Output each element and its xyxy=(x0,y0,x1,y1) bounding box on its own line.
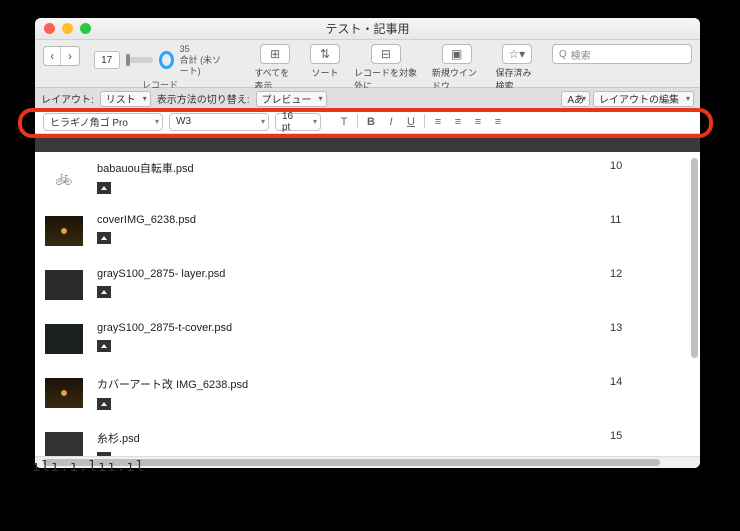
nav-buttons: ‹ › xyxy=(43,46,80,66)
layout-select[interactable]: リスト xyxy=(100,91,151,107)
table-row[interactable]: grayS100_2875-t-cover.psd 13 xyxy=(35,314,700,368)
search-placeholder: 検索 xyxy=(571,47,591,62)
thumbnail xyxy=(45,324,83,354)
font-select[interactable]: ヒラギノ角ゴ Pro xyxy=(43,113,163,131)
filename: 糸杉.psd xyxy=(97,430,596,446)
italic-icon[interactable]: I xyxy=(382,114,400,130)
titlebar: テスト・記事用 xyxy=(35,18,700,40)
bold-icon[interactable]: B xyxy=(362,114,380,130)
main-toolbar: ‹ › 17 35 合計 (未ソート) レコード ⊞ すべてを表示 ⇅ ソート xyxy=(35,40,700,88)
align-center-icon[interactable]: ≡ xyxy=(449,114,467,130)
sort-icon: ⇅ xyxy=(310,44,340,64)
thumbnail xyxy=(45,378,83,408)
window-title: テスト・記事用 xyxy=(35,20,700,37)
row-number: 12 xyxy=(610,268,690,280)
row-main: 糸杉.psd xyxy=(97,430,596,456)
record-group: 17 35 合計 (未ソート) レコード xyxy=(94,44,227,91)
record-status: 合計 (未ソート) xyxy=(180,55,227,77)
row-main: カバーアート改 IMG_6238.psd xyxy=(97,376,596,410)
record-number-field[interactable]: 17 xyxy=(94,51,120,69)
record-list[interactable]: 🚲 babauou自転車.psd 10 coverIMG_6238.psd 11 gray… xyxy=(35,152,700,456)
vertical-scrollbar[interactable] xyxy=(691,158,698,358)
thumbnail xyxy=(45,216,83,246)
row-number: 11 xyxy=(610,214,690,226)
thumbnail: 🚲 xyxy=(45,162,83,192)
format-bar: ヒラギノ角ゴ Pro W3 16 pt T B I U ≡ ≡ ≡ ≡ xyxy=(35,110,700,134)
decoration-marks: ılı.ı.lıı.ıl xyxy=(32,459,145,475)
underline-icon[interactable]: U xyxy=(402,114,420,130)
layout-label: レイアウト: xyxy=(41,91,94,106)
record-slider[interactable] xyxy=(126,57,153,63)
forward-button[interactable]: › xyxy=(61,47,78,65)
pie-icon[interactable] xyxy=(159,51,174,69)
filename: babauou自転車.psd xyxy=(97,160,596,176)
row-main: grayS100_2875- layer.psd xyxy=(97,268,596,298)
row-number: 15 xyxy=(610,430,690,442)
size-select[interactable]: 16 pt xyxy=(275,113,321,131)
new-window-button[interactable]: ▣ 新規ウインドウ xyxy=(432,44,482,92)
saved-search-button[interactable]: ☆▾ 保存済み検索 xyxy=(495,44,538,92)
align-justify-icon[interactable]: ≡ xyxy=(489,114,507,130)
image-badge-icon xyxy=(97,232,111,244)
preview-select[interactable]: プレビュー xyxy=(256,91,327,107)
filename: grayS100_2875- layer.psd xyxy=(97,268,596,280)
show-all-button[interactable]: ⊞ すべてを表示 xyxy=(254,44,296,92)
layout-toolbar: レイアウト: リスト 表示方法の切り替え: プレビュー Aあ レイアウトの編集 xyxy=(35,88,700,110)
app-window: テスト・記事用 ‹ › 17 35 合計 (未ソート) レコード ⊞ すべてを表… xyxy=(35,18,700,468)
filename: カバーアート改 IMG_6238.psd xyxy=(97,376,596,392)
row-main: babauou自転車.psd xyxy=(97,160,596,194)
new-window-icon: ▣ xyxy=(442,44,472,64)
text-color-icon[interactable]: T xyxy=(335,114,353,130)
star-icon: ☆▾ xyxy=(502,44,532,64)
exclude-icon: ⊟ xyxy=(371,44,401,64)
text-size-toggle[interactable]: Aあ xyxy=(561,91,590,107)
edit-layout-button[interactable]: レイアウトの編集 xyxy=(593,91,694,107)
record-stats: 35 合計 (未ソート) xyxy=(180,44,227,76)
table-row[interactable]: grayS100_2875- layer.psd 12 xyxy=(35,260,700,314)
filename: coverIMG_6238.psd xyxy=(97,214,596,226)
row-main: coverIMG_6238.psd xyxy=(97,214,596,244)
back-button[interactable]: ‹ xyxy=(44,47,61,65)
table-row[interactable]: 糸杉.psd 15 xyxy=(35,422,700,456)
exclude-button[interactable]: ⊟ レコードを対象外に xyxy=(354,44,418,92)
show-all-icon: ⊞ xyxy=(260,44,290,64)
row-main: grayS100_2875-t-cover.psd xyxy=(97,322,596,352)
thumbnail xyxy=(45,432,83,456)
thumbnail xyxy=(45,270,83,300)
table-row[interactable]: カバーアート改 IMG_6238.psd 14 xyxy=(35,368,700,422)
weight-select[interactable]: W3 xyxy=(169,113,269,131)
search-input[interactable]: Q 検索 xyxy=(552,44,692,64)
format-icons: T B I U ≡ ≡ ≡ ≡ xyxy=(335,114,507,130)
table-row[interactable]: 🚲 babauou自転車.psd 10 xyxy=(35,152,700,206)
row-number: 10 xyxy=(610,160,690,172)
view-label: 表示方法の切り替え: xyxy=(157,91,250,106)
sort-button[interactable]: ⇅ ソート xyxy=(310,44,340,79)
row-number: 13 xyxy=(610,322,690,334)
row-number: 14 xyxy=(610,376,690,388)
filename: grayS100_2875-t-cover.psd xyxy=(97,322,596,334)
header-divider xyxy=(35,134,700,152)
align-right-icon[interactable]: ≡ xyxy=(469,114,487,130)
image-badge-icon xyxy=(97,286,111,298)
search-icon: Q xyxy=(559,49,567,60)
align-left-icon[interactable]: ≡ xyxy=(429,114,447,130)
image-badge-icon xyxy=(97,398,111,410)
record-total: 35 xyxy=(180,44,227,55)
image-badge-icon xyxy=(97,182,111,194)
table-row[interactable]: coverIMG_6238.psd 11 xyxy=(35,206,700,260)
image-badge-icon xyxy=(97,340,111,352)
